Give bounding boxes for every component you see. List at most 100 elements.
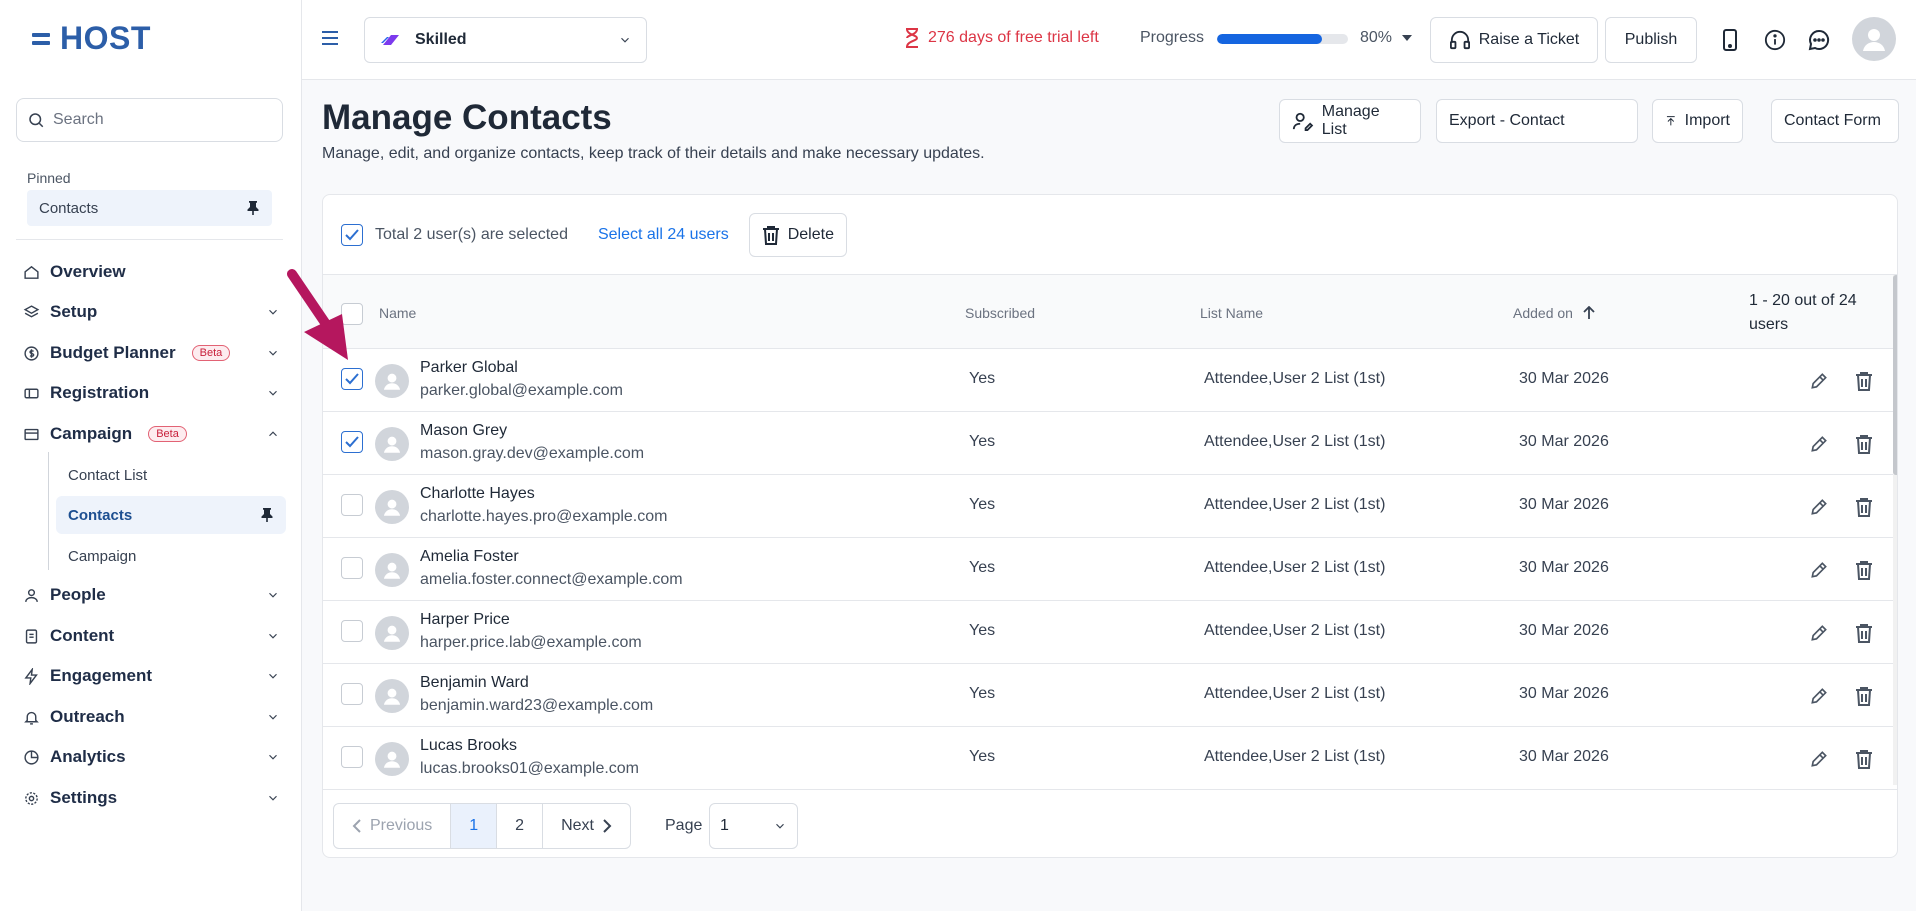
row-checkbox[interactable] [341, 557, 363, 579]
hamburger-icon[interactable] [322, 26, 338, 52]
raise-ticket-button[interactable]: Raise a Ticket [1430, 17, 1598, 63]
table-row[interactable]: Harper Price harper.price.lab@example.com… [323, 601, 1897, 664]
column-header-subscribed[interactable]: Subscribed [965, 305, 1035, 321]
sidebar-item-engagement[interactable]: Engagement [22, 661, 280, 691]
chevron-down-icon[interactable] [266, 346, 280, 360]
contact-name[interactable]: Lucas Brooks [420, 737, 517, 755]
contact-name[interactable]: Parker Global [420, 359, 518, 377]
sidebar-item-budget-planner[interactable]: Budget Planner Beta [22, 338, 280, 368]
sidebar-subitem-campaign[interactable]: Campaign [56, 537, 286, 575]
progress-percent[interactable]: 80% [1360, 29, 1413, 47]
row-checkbox[interactable] [341, 431, 363, 453]
user-avatar[interactable] [1852, 17, 1896, 61]
contact-name[interactable]: Amelia Foster [420, 548, 519, 566]
edit-icon[interactable] [1806, 683, 1832, 709]
chevron-down-icon[interactable] [266, 386, 280, 400]
table-row[interactable]: Parker Global parker.global@example.com Ye… [323, 349, 1897, 412]
table-row[interactable]: Amelia Foster amelia.foster.connect@examp… [323, 538, 1897, 601]
sidebar-item-campaign[interactable]: Campaign Beta [22, 419, 280, 449]
trash-icon[interactable] [1851, 431, 1877, 457]
contact-name[interactable]: Benjamin Ward [420, 674, 529, 692]
sidebar-item-settings[interactable]: Settings [22, 783, 280, 813]
edit-icon[interactable] [1806, 368, 1832, 394]
sidebar-item-people[interactable]: People [22, 580, 280, 610]
contact-name[interactable]: Harper Price [420, 611, 510, 629]
page-1-button[interactable]: 1 [451, 804, 498, 848]
sidebar-item-content[interactable]: Content [22, 621, 280, 651]
trash-icon[interactable] [1851, 683, 1877, 709]
pinned-item-contacts[interactable]: Contacts [27, 190, 272, 226]
contact-email: lucas.brooks01@example.com [420, 760, 640, 777]
chevron-down-icon[interactable] [266, 791, 280, 805]
pin-icon[interactable] [246, 200, 260, 216]
table-row[interactable]: Lucas Brooks lucas.brooks01@example.com Ye… [323, 727, 1897, 790]
workspace-select[interactable]: Skilled [364, 17, 647, 63]
sidebar-divider [16, 239, 283, 240]
import-button[interactable]: Import [1652, 99, 1743, 143]
app-logo[interactable]: HOST [32, 20, 151, 57]
export-contact-select[interactable]: Export - Contact [1436, 99, 1638, 143]
page-select[interactable]: 1 [709, 803, 798, 849]
trash-icon[interactable] [1851, 557, 1877, 583]
page-2-button[interactable]: 2 [497, 804, 544, 848]
column-header-name[interactable]: Name [379, 305, 416, 321]
table-row[interactable]: Mason Grey mason.gray.dev@example.com Yes A… [323, 412, 1897, 475]
table-row[interactable]: Benjamin Ward benjamin.ward23@example.com… [323, 664, 1897, 727]
export-contact-label: Export - Contact [1449, 112, 1565, 129]
next-page-button[interactable]: Next [543, 804, 630, 848]
caret-down-icon [1402, 35, 1413, 41]
previous-page-button[interactable]: Previous [334, 804, 452, 848]
delete-selected-button[interactable]: Delete [748, 212, 847, 257]
subscribed-cell: Yes [969, 748, 996, 765]
sidebar-search[interactable] [16, 98, 283, 142]
sidebar-subitem-contacts[interactable]: Contacts [56, 496, 286, 534]
row-checkbox[interactable] [341, 368, 363, 390]
chevron-down-icon[interactable] [266, 750, 280, 764]
chevron-down-icon[interactable] [266, 629, 280, 643]
select-page-checkbox[interactable] [341, 223, 363, 246]
mobile-preview-icon[interactable] [1716, 26, 1744, 54]
edit-icon[interactable] [1806, 431, 1832, 457]
chevron-down-icon[interactable] [266, 710, 280, 724]
column-header-list-name[interactable]: List Name [1200, 305, 1263, 321]
chevron-down-icon[interactable] [266, 669, 280, 683]
sidebar-item-registration[interactable]: Registration [22, 378, 280, 408]
edit-icon[interactable] [1806, 746, 1832, 772]
row-checkbox[interactable] [341, 494, 363, 516]
table-row[interactable]: Charlotte Hayes charlotte.hayes.pro@examp… [323, 475, 1897, 538]
page-select-value: 1 [720, 817, 729, 834]
edit-icon[interactable] [1806, 494, 1832, 520]
publish-button[interactable]: Publish [1605, 17, 1697, 63]
row-checkbox[interactable] [341, 683, 363, 705]
row-checkbox[interactable] [341, 746, 363, 768]
scrollbar-thumb[interactable] [1893, 275, 1897, 475]
manage-list-button[interactable]: Manage List [1279, 99, 1421, 143]
chevron-down-icon[interactable] [266, 588, 280, 602]
trash-icon[interactable] [1851, 368, 1877, 394]
trash-icon[interactable] [1851, 746, 1877, 772]
sidebar-item-setup[interactable]: Setup [22, 297, 280, 327]
row-checkbox[interactable] [341, 620, 363, 642]
contact-name[interactable]: Mason Grey [420, 422, 507, 440]
chevron-down-icon[interactable] [266, 305, 280, 319]
sidebar-item-outreach[interactable]: Outreach [22, 702, 280, 732]
edit-icon[interactable] [1806, 620, 1832, 646]
user-icon [383, 625, 401, 642]
contact-form-button[interactable]: Contact Form [1771, 99, 1899, 143]
chevron-up-icon[interactable] [266, 427, 280, 441]
contact-name[interactable]: Charlotte Hayes [420, 485, 535, 503]
select-all-link[interactable]: Select all 24 users [598, 226, 729, 244]
sidebar-item-analytics[interactable]: Analytics [22, 742, 280, 772]
trash-icon[interactable] [1851, 494, 1877, 520]
pin-icon[interactable] [260, 507, 274, 523]
column-header-added-on[interactable]: Added on [1513, 305, 1595, 321]
edit-icon[interactable] [1806, 557, 1832, 583]
sidebar-subitem-contact-list[interactable]: Contact List [56, 456, 286, 494]
chat-icon[interactable] [1805, 26, 1833, 54]
user-icon [383, 688, 401, 705]
trash-icon[interactable] [1851, 620, 1877, 646]
sidebar-item-overview[interactable]: Overview [22, 257, 280, 287]
search-input[interactable] [53, 111, 273, 129]
sort-ascending-icon[interactable] [1583, 306, 1595, 320]
info-icon[interactable] [1761, 26, 1789, 54]
